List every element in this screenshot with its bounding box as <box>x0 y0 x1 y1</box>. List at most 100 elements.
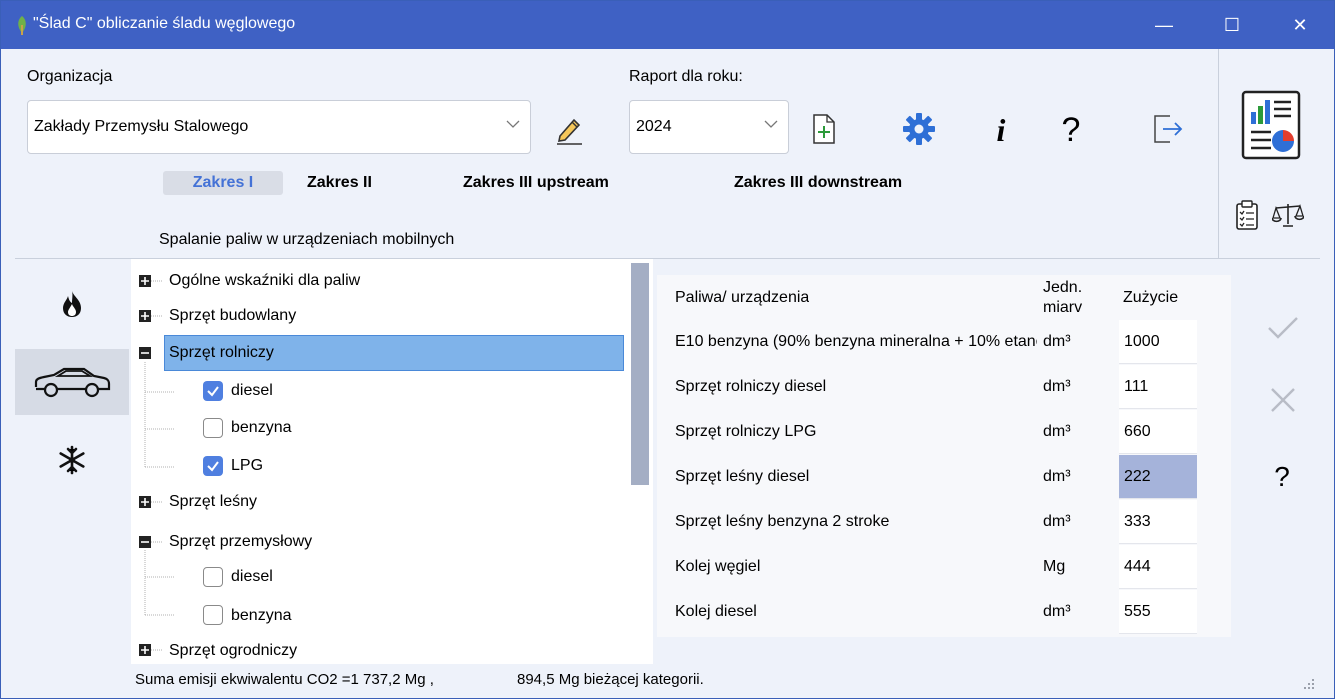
table-cell-fuel: Sprzęt rolniczy diesel <box>675 378 827 395</box>
table-cell-unit: dm³ <box>1043 468 1071 485</box>
usage-input[interactable]: 660 <box>1119 410 1197 454</box>
fuel-category-tree: Ogólne wskaźniki dla paliw Sprzęt budowl… <box>131 259 653 664</box>
info-icon[interactable]: i <box>987 111 1015 149</box>
tree-leaf-agri-lpg[interactable]: LPG <box>231 451 263 481</box>
column-header-unit-line2: miarv <box>1043 299 1083 316</box>
checkbox-agri-diesel[interactable] <box>203 381 223 401</box>
leaf-icon <box>18 16 26 35</box>
tree-leaf-agri-diesel[interactable]: diesel <box>231 376 273 406</box>
tree-leaf-ind-petrol[interactable]: benzyna <box>231 601 292 631</box>
usage-input[interactable]: 333 <box>1119 500 1197 544</box>
usage-input[interactable]: 111 <box>1119 365 1197 409</box>
table-cell-fuel: Sprzęt leśny diesel <box>675 468 810 485</box>
settings-gear-icon[interactable] <box>897 109 941 149</box>
column-header-fuel: Paliwa/ urządzenia <box>675 289 810 306</box>
category-refrigerants[interactable] <box>15 427 129 493</box>
table-cell-fuel: E10 benzyna (90% benzyna mineralna + 10%… <box>675 333 1037 350</box>
tree-scrollbar-thumb[interactable] <box>631 263 649 485</box>
expand-plus-icon[interactable] <box>139 310 151 322</box>
expand-plus-icon[interactable] <box>139 275 151 287</box>
year-label: Raport dla roku: <box>629 68 743 85</box>
help-question-icon[interactable]: ? <box>1267 459 1297 495</box>
usage-value: 1000 <box>1124 333 1160 350</box>
usage-value: 660 <box>1124 423 1151 440</box>
chevron-down-icon <box>506 120 520 128</box>
year-select[interactable]: 2024 <box>629 100 789 154</box>
table-cell-fuel: Sprzęt rolniczy LPG <box>675 423 817 440</box>
edit-pencil-icon[interactable] <box>549 109 589 149</box>
collapse-minus-icon[interactable] <box>139 536 151 548</box>
tree-item-label: Ogólne wskaźniki dla paliw <box>169 272 361 289</box>
scales-icon[interactable] <box>1271 201 1305 229</box>
tab-scope-3-downstream[interactable]: Zakres III downstream <box>734 171 902 195</box>
tree-group-industrial[interactable]: Sprzęt przemysłowy <box>169 527 312 557</box>
tree-item-label: Sprzęt przemysłowy <box>169 533 313 550</box>
category-stationary-combustion[interactable] <box>15 271 129 337</box>
expand-plus-icon[interactable] <box>139 644 151 656</box>
tree-group-general[interactable]: Ogólne wskaźniki dla paliw <box>169 266 360 296</box>
tree-item-label: benzyna <box>231 607 292 624</box>
cancel-x-icon[interactable] <box>1265 383 1301 417</box>
tree-group-garden[interactable]: Sprzęt ogrodniczy <box>169 636 297 664</box>
table-cell-unit: dm³ <box>1043 333 1071 350</box>
tree-item-label: Sprzęt leśny <box>169 493 258 510</box>
title-bar: "Ślad C" obliczanie śladu węglowego — ☐ … <box>1 1 1334 49</box>
snowflake-icon <box>59 445 85 475</box>
consumption-table: Paliwa/ urządzenia Jedn. miarv Zużycie E… <box>657 275 1231 637</box>
car-icon <box>34 367 111 398</box>
confirm-check-icon[interactable] <box>1263 311 1303 345</box>
checkbox-agri-petrol[interactable] <box>203 418 223 438</box>
tab-scope-2[interactable]: Zakres II <box>307 171 372 195</box>
window-title: "Ślad C" obliczanie śladu węglowego <box>33 15 296 32</box>
clipboard-checklist-icon[interactable] <box>1233 199 1261 231</box>
usage-input[interactable]: 1000 <box>1119 320 1197 364</box>
table-cell-unit: Mg <box>1043 558 1066 575</box>
tree-leaf-ind-diesel[interactable]: diesel <box>231 562 273 592</box>
org-select[interactable]: Zakłady Przemysłu Stalowego <box>27 100 531 154</box>
usage-value: 111 <box>1124 378 1149 395</box>
tree-group-forestry[interactable]: Sprzęt leśny <box>169 487 257 517</box>
org-value: Zakłady Przemysłu Stalowego <box>34 118 249 135</box>
tree-item-label: Sprzęt budowlany <box>169 307 297 324</box>
tree-item-label: LPG <box>231 457 264 474</box>
usage-input[interactable]: 444 <box>1119 545 1197 589</box>
tree-group-agricultural[interactable]: Sprzęt rolniczy <box>164 335 624 371</box>
usage-input[interactable]: 555 <box>1119 590 1197 634</box>
tree-item-label: Sprzęt rolniczy <box>169 344 274 361</box>
expand-plus-icon[interactable] <box>139 496 151 508</box>
tab-scope-1[interactable]: Zakres I <box>163 171 283 195</box>
tree-item-label: Sprzęt ogrodniczy <box>169 642 298 659</box>
column-header-unit-line1: Jedn. <box>1043 279 1083 296</box>
report-icon[interactable] <box>1241 89 1301 161</box>
status-total-emissions: Suma emisji ekwiwalentu CO2 =1 737,2 Mg … <box>135 671 434 688</box>
help-icon[interactable]: ? <box>1055 111 1087 149</box>
checkbox-ind-petrol[interactable] <box>203 605 223 625</box>
checkbox-agri-lpg[interactable] <box>203 456 223 476</box>
new-report-icon[interactable] <box>807 109 841 149</box>
tree-item-label: diesel <box>231 568 273 585</box>
collapse-minus-icon[interactable] <box>139 347 151 359</box>
year-value: 2024 <box>636 118 672 135</box>
tree-group-construction[interactable]: Sprzęt budowlany <box>169 301 296 331</box>
usage-value: 555 <box>1124 603 1151 620</box>
usage-value: 444 <box>1124 558 1151 575</box>
flame-icon <box>63 291 81 317</box>
maximize-button[interactable]: ☐ <box>1202 1 1262 49</box>
exit-icon[interactable] <box>1149 109 1189 149</box>
category-mobile-combustion[interactable] <box>15 349 129 415</box>
checkbox-ind-diesel[interactable] <box>203 567 223 587</box>
usage-input-selected[interactable]: 222 <box>1119 455 1197 499</box>
close-button[interactable]: ✕ <box>1270 1 1330 49</box>
resize-grip-icon[interactable] <box>1303 678 1315 690</box>
tree-leaf-agri-petrol[interactable]: benzyna <box>231 413 292 443</box>
table-cell-unit: dm³ <box>1043 513 1071 530</box>
app-window: "Ślad C" obliczanie śladu węglowego — ☐ … <box>0 0 1335 699</box>
checkmark-icon <box>207 386 219 397</box>
column-header-usage: Zużycie <box>1123 289 1179 306</box>
status-bar: Suma emisji ekwiwalentu CO2 =1 737,2 Mg … <box>131 664 1334 698</box>
table-cell-fuel: Kolej węgiel <box>675 558 761 575</box>
section-title: Spalanie paliw w urządzeniach mobilnych <box>159 231 455 248</box>
minimize-button[interactable]: — <box>1134 1 1194 49</box>
tab-scope-3-upstream[interactable]: Zakres III upstream <box>463 171 609 195</box>
org-label: Organizacja <box>27 68 113 85</box>
